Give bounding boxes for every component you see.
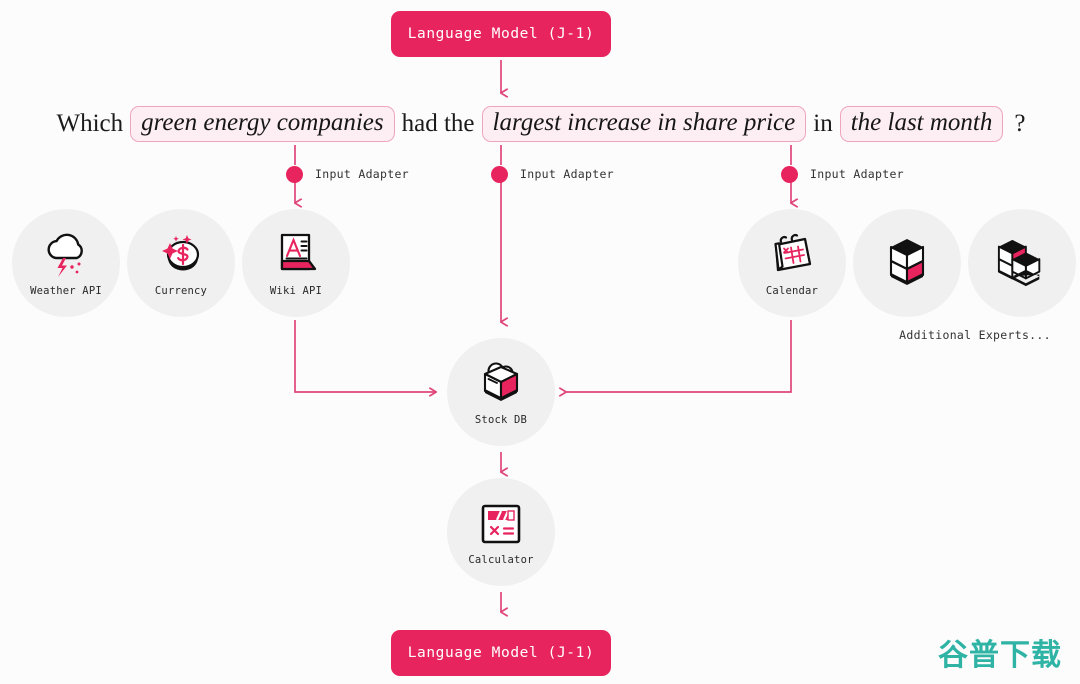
expert-node-wiki-api[interactable]: Wiki API — [242, 209, 350, 317]
input-adapter-label: Input Adapter — [810, 167, 904, 181]
expert-node-calculator[interactable]: Calculator — [447, 478, 555, 586]
adapter-dot-icon — [781, 165, 798, 183]
question-sentence: Which green energy companies had the lar… — [0, 104, 1080, 144]
question-prefix: Which — [56, 110, 124, 137]
cube-cluster-icon — [996, 238, 1048, 288]
calculator-icon — [475, 499, 527, 549]
input-adapter-1[interactable]: Input Adapter — [286, 164, 409, 184]
expert-node-stock-db[interactable]: Stock DB — [447, 338, 555, 446]
input-adapter-label: Input Adapter — [315, 167, 409, 181]
expert-node-label: Wiki API — [269, 284, 323, 297]
adapter-dot-icon — [286, 165, 303, 183]
language-model-bottom[interactable]: Language Model (J-1) — [391, 630, 611, 676]
expert-node-label: Stock DB — [474, 413, 528, 426]
language-model-top[interactable]: Language Model (J-1) — [391, 11, 611, 57]
cloud-lightning-icon — [40, 230, 92, 280]
expert-node-label: Calendar — [765, 284, 819, 297]
question-mid-1: had the — [401, 110, 475, 137]
expert-node-calendar[interactable]: Calendar — [738, 209, 846, 317]
input-adapter-label: Input Adapter — [520, 167, 614, 181]
question-slot-timeframe[interactable]: the last month — [839, 106, 1004, 142]
input-adapter-2[interactable]: Input Adapter — [491, 164, 614, 184]
expert-node-extra-1[interactable] — [853, 209, 961, 317]
watermark: 谷普下载 — [938, 638, 1062, 673]
document-a-icon — [270, 230, 322, 280]
coin-dollar-icon — [155, 230, 207, 280]
expert-node-label: Currency — [154, 284, 208, 297]
diagram-canvas: Language Model (J-1) Which green energy … — [0, 0, 1080, 684]
input-adapter-3[interactable]: Input Adapter — [781, 164, 904, 184]
connector-wires — [0, 60, 1080, 684]
expert-node-currency[interactable]: Currency — [127, 209, 235, 317]
calendar-icon — [766, 230, 818, 280]
adapter-dot-icon — [491, 165, 508, 183]
question-slot-entity[interactable]: green energy companies — [130, 106, 395, 142]
question-mark: ? — [1014, 110, 1026, 137]
question-mid-2: in — [813, 110, 833, 137]
open-box-icon — [475, 359, 527, 409]
expert-node-label: Calculator — [468, 553, 534, 566]
expert-node-label: Weather API — [30, 284, 102, 297]
expert-node-weather-api[interactable]: Weather API — [12, 209, 120, 317]
expert-node-extra-2[interactable] — [968, 209, 1076, 317]
stacked-cubes-icon — [881, 238, 933, 288]
question-slot-metric[interactable]: largest increase in share price — [481, 106, 807, 142]
additional-experts-label: Additional Experts... — [899, 328, 1051, 342]
